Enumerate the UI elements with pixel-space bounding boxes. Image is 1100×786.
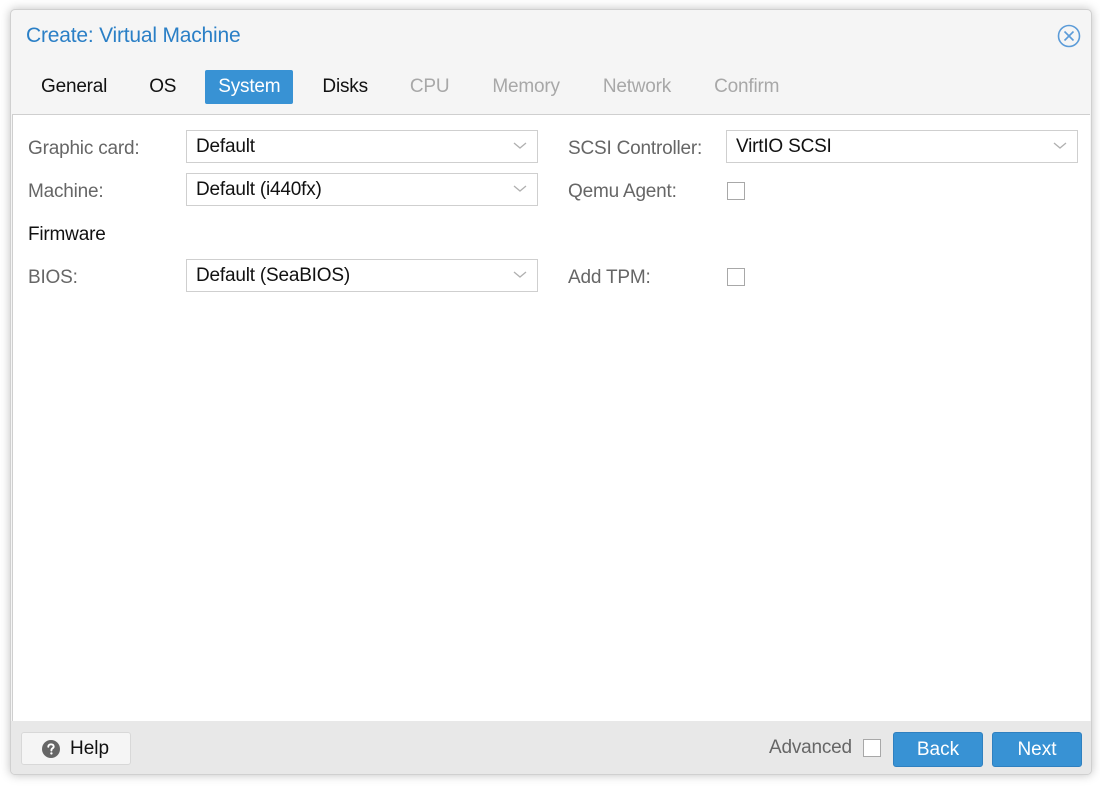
next-button[interactable]: Next xyxy=(992,732,1082,767)
question-circle-icon xyxy=(42,740,60,758)
chevron-down-icon xyxy=(513,185,527,192)
advanced-label: Advanced xyxy=(769,737,852,758)
scsi-controller-label: SCSI Controller: xyxy=(568,138,703,159)
dialog-footer: Help Advanced Back Next xyxy=(11,721,1091,774)
bios-label: BIOS: xyxy=(28,267,78,288)
qemu-agent-checkbox[interactable] xyxy=(727,182,745,200)
scsi-controller-value: VirtIO SCSI xyxy=(736,136,832,157)
graphic-card-select[interactable]: Default xyxy=(186,130,538,163)
tab-confirm: Confirm xyxy=(714,76,780,97)
create-vm-dialog: Create: Virtual Machine General OS Syste… xyxy=(10,9,1092,775)
add-tpm-checkbox[interactable] xyxy=(727,268,745,286)
help-label: Help xyxy=(70,738,110,759)
machine-select[interactable]: Default (i440fx) xyxy=(186,173,538,206)
close-circle-icon xyxy=(1057,24,1081,48)
tab-general[interactable]: General xyxy=(28,70,120,104)
wizard-tabs: General OS System Disks CPU Memory Netwo… xyxy=(28,70,809,104)
tab-system[interactable]: System xyxy=(205,70,294,104)
dialog-title: Create: Virtual Machine xyxy=(26,24,241,47)
bios-select[interactable]: Default (SeaBIOS) xyxy=(186,259,538,292)
close-button[interactable] xyxy=(1057,24,1081,48)
system-form-panel: Graphic card: Default Machine: Default (… xyxy=(12,114,1090,722)
scsi-controller-select[interactable]: VirtIO SCSI xyxy=(726,130,1078,163)
bios-value: Default (SeaBIOS) xyxy=(196,265,350,286)
firmware-section-heading: Firmware xyxy=(28,224,106,245)
add-tpm-label: Add TPM: xyxy=(568,267,651,288)
tab-network: Network xyxy=(602,76,672,97)
chevron-down-icon xyxy=(513,271,527,278)
machine-label: Machine: xyxy=(28,181,104,202)
graphic-card-label: Graphic card: xyxy=(28,138,140,159)
help-button[interactable]: Help xyxy=(21,732,131,765)
qemu-agent-label: Qemu Agent: xyxy=(568,181,677,202)
chevron-down-icon xyxy=(513,142,527,149)
dialog-header: Create: Virtual Machine xyxy=(11,10,1091,66)
tab-disks[interactable]: Disks xyxy=(309,70,380,104)
back-button[interactable]: Back xyxy=(893,732,983,767)
machine-value: Default (i440fx) xyxy=(196,179,322,200)
advanced-checkbox[interactable] xyxy=(863,739,881,757)
tab-cpu: CPU xyxy=(409,76,450,97)
tab-os[interactable]: OS xyxy=(136,70,189,104)
chevron-down-icon xyxy=(1053,142,1067,149)
graphic-card-value: Default xyxy=(196,136,255,157)
tab-memory: Memory xyxy=(492,76,560,97)
